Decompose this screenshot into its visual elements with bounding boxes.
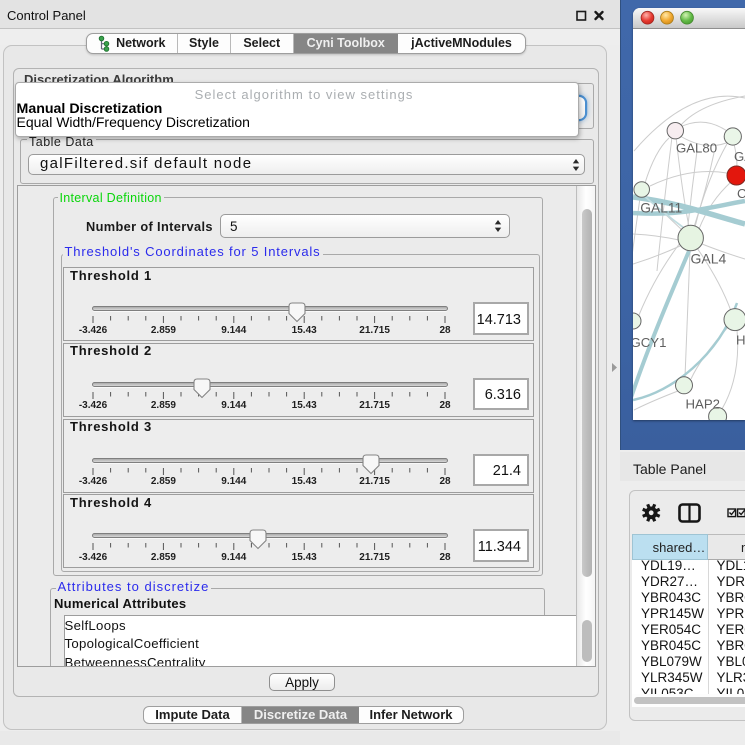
svg-text:HI: HI <box>736 333 745 348</box>
svg-text:GCY1: GCY1 <box>633 335 666 350</box>
svg-text:GA: GA <box>734 149 745 164</box>
svg-text:GAL11: GAL11 <box>640 201 682 216</box>
svg-text:HAP2: HAP2 <box>686 397 720 412</box>
svg-text:C: C <box>737 186 745 201</box>
svg-text:GAL80: GAL80 <box>676 141 717 156</box>
svg-text:GAL4: GAL4 <box>691 251 727 267</box>
